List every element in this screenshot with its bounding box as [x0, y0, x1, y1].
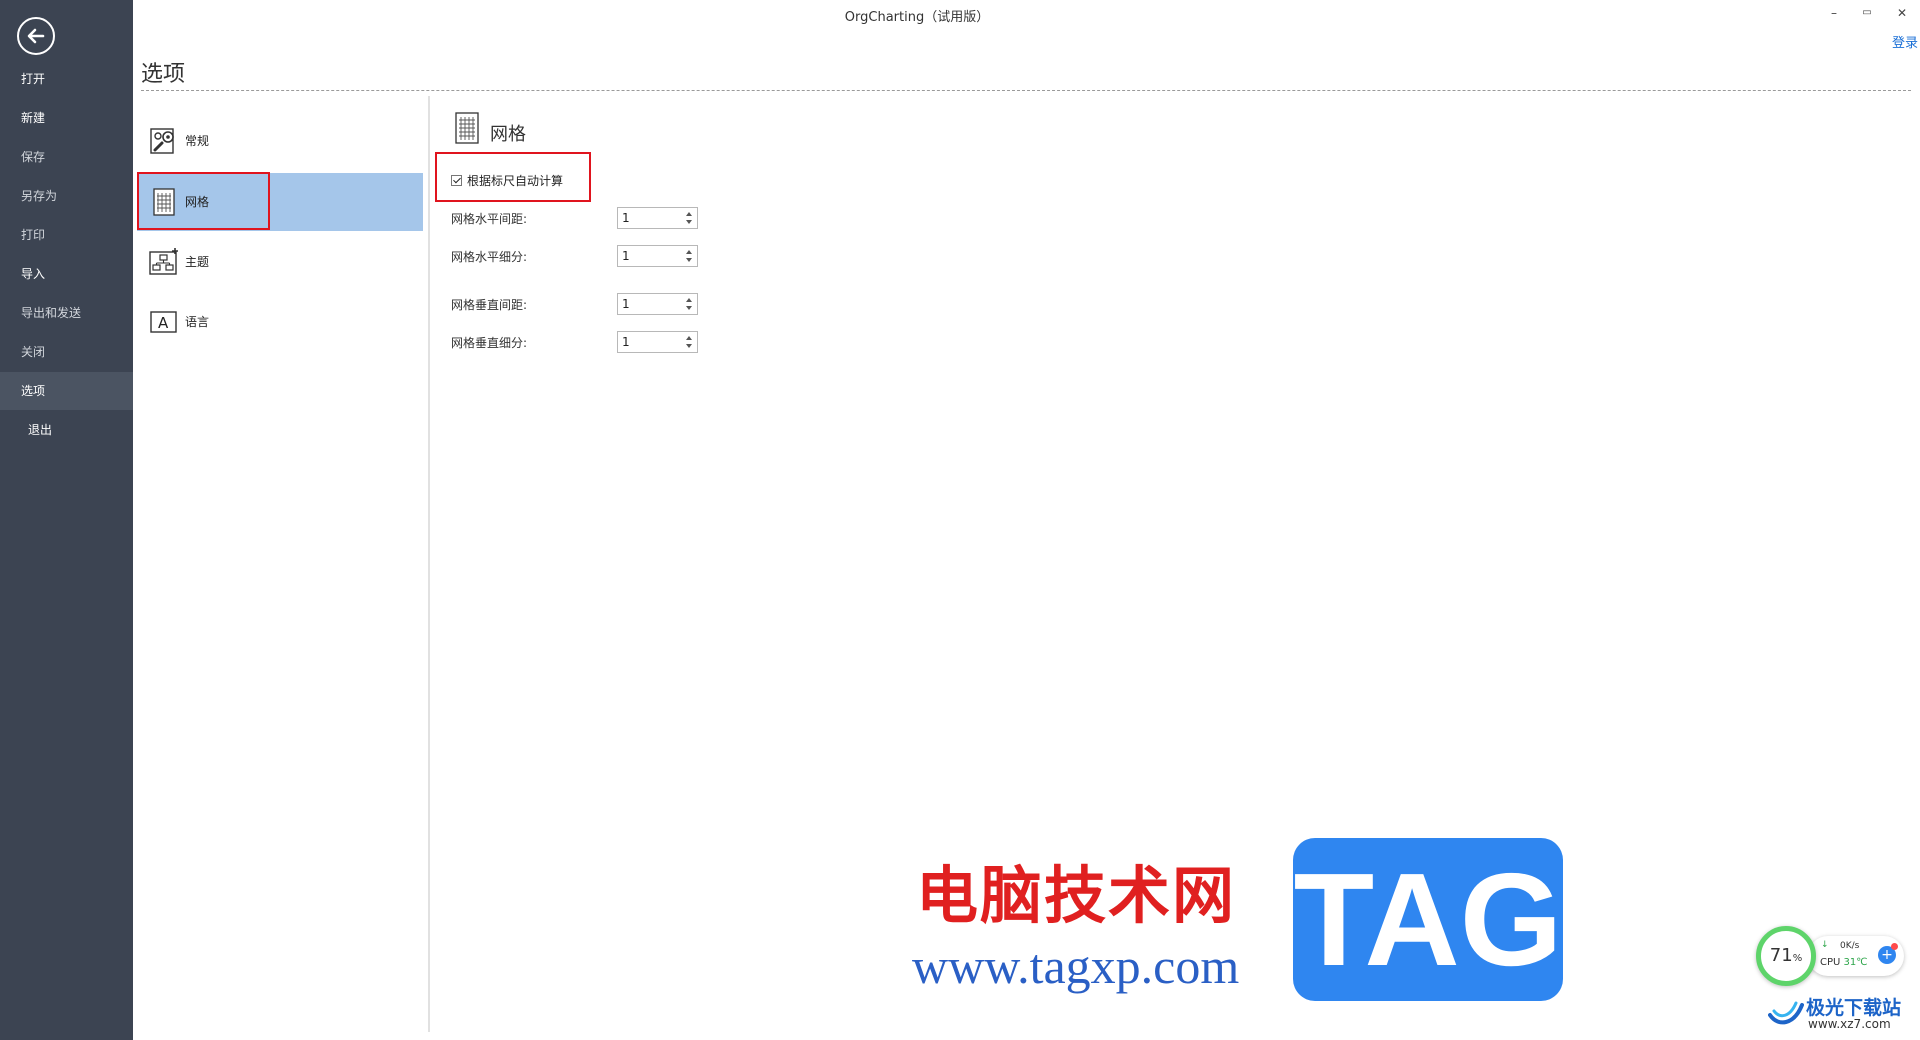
- watermark-site-name: 电脑技术网: [916, 859, 1237, 932]
- cpu-temp-value: 31℃: [1843, 957, 1868, 968]
- checkbox-checked-icon[interactable]: [451, 174, 462, 186]
- sidebar-item-exit[interactable]: 退出: [0, 411, 133, 449]
- grid-icon: [153, 188, 175, 216]
- cpu-info-pill: ↓ 0K/s CPU 31℃ +: [1808, 936, 1904, 976]
- close-icon[interactable]: ✕: [1890, 3, 1914, 23]
- cpu-percent-unit: %: [1792, 953, 1803, 964]
- category-label: 常规: [185, 134, 210, 148]
- category-label: 主题: [185, 255, 210, 269]
- v-spacing-stepper[interactable]: [617, 293, 698, 315]
- panel-heading: 网格: [490, 124, 526, 145]
- auto-calc-label: 根据标尺自动计算: [467, 173, 564, 188]
- cpu-monitor-widget[interactable]: ↓ 0K/s CPU 31℃ + 71%: [1752, 922, 1912, 994]
- h-subdivision-stepper[interactable]: [617, 245, 698, 267]
- spin-down-icon[interactable]: [686, 306, 692, 310]
- h-subdivision-input[interactable]: [622, 248, 680, 264]
- sidebar-item-options[interactable]: 选项: [0, 372, 133, 410]
- h-spacing-input[interactable]: [622, 210, 680, 226]
- category-general[interactable]: 常规: [137, 112, 423, 170]
- swoosh-logo-icon: [1768, 1001, 1804, 1025]
- sidebar-item-print[interactable]: 打印: [0, 216, 133, 254]
- title-bar: OrgCharting（试用版） – ▭ ✕ 登录: [133, 0, 1920, 51]
- back-arrow-icon[interactable]: [17, 17, 55, 55]
- v-subdivision-label: 网格垂直细分:: [451, 336, 528, 350]
- page-title: 选项: [141, 62, 186, 87]
- panel-divider: [428, 96, 430, 1032]
- language-icon: A: [150, 311, 177, 333]
- spin-up-icon[interactable]: [686, 250, 692, 254]
- restore-icon[interactable]: ▭: [1855, 3, 1879, 23]
- v-spacing-label: 网格垂直间距:: [451, 298, 528, 312]
- category-grid[interactable]: 网格: [137, 173, 423, 231]
- sidebar-item-export-send[interactable]: 导出和发送: [0, 294, 133, 332]
- net-speed: 0K/s: [1840, 941, 1860, 951]
- category-language[interactable]: A 语言: [137, 293, 423, 351]
- spin-up-icon[interactable]: [686, 298, 692, 302]
- watermark-tag-logo: TAG: [1293, 838, 1563, 1001]
- category-label: 网格: [185, 195, 210, 209]
- h-spacing-stepper[interactable]: [617, 207, 698, 229]
- sidebar-item-new[interactable]: 新建: [0, 99, 133, 137]
- cpu-usage-ring: 71%: [1756, 926, 1816, 986]
- h-spacing-label: 网格水平间距:: [451, 212, 528, 226]
- v-subdivision-input[interactable]: [622, 334, 680, 350]
- minimize-icon[interactable]: –: [1822, 3, 1846, 23]
- category-label: 语言: [185, 315, 210, 329]
- window-title: OrgCharting（试用版）: [844, 10, 990, 25]
- spin-down-icon[interactable]: [686, 220, 692, 224]
- backstage-sidebar: 打开 新建 保存 另存为 打印 导入 导出和发送 关闭 选项 退出: [0, 0, 133, 1040]
- watermark-url: www.tagxp.com: [912, 938, 1240, 994]
- download-arrow-icon: ↓: [1821, 940, 1829, 950]
- h-subdivision-label: 网格水平细分:: [451, 250, 528, 264]
- sidebar-item-open[interactable]: 打开: [0, 60, 133, 98]
- sidebar-item-close[interactable]: 关闭: [0, 333, 133, 371]
- sidebar-item-import[interactable]: 导入: [0, 255, 133, 293]
- cpu-temp: CPU 31℃: [1820, 957, 1868, 968]
- xz-watermark-logo: 极光下载站 www.xz7.com: [1768, 993, 1918, 1033]
- title-divider: [141, 90, 1911, 91]
- cpu-percent-value: 71: [1769, 945, 1793, 966]
- xz-site-name: 极光下载站: [1806, 997, 1902, 1019]
- svg-text:A: A: [158, 314, 169, 332]
- sidebar-item-save-as[interactable]: 另存为: [0, 177, 133, 215]
- notification-dot-icon: [1891, 943, 1898, 950]
- grid-icon: [455, 112, 479, 144]
- v-subdivision-stepper[interactable]: [617, 331, 698, 353]
- xz-site-url: www.xz7.com: [1808, 1017, 1891, 1031]
- category-theme[interactable]: 主题: [137, 233, 423, 291]
- settings-wrench-icon: [150, 128, 174, 154]
- sidebar-item-save[interactable]: 保存: [0, 138, 133, 176]
- spin-down-icon[interactable]: [686, 258, 692, 262]
- v-spacing-input[interactable]: [622, 296, 680, 312]
- auto-calc-checkbox[interactable]: 根据标尺自动计算: [451, 171, 563, 189]
- theme-orgchart-icon: [149, 248, 178, 275]
- spin-up-icon[interactable]: [686, 336, 692, 340]
- cpu-label: CPU: [1820, 957, 1841, 968]
- spin-up-icon[interactable]: [686, 212, 692, 216]
- spin-down-icon[interactable]: [686, 344, 692, 348]
- login-link[interactable]: 登录: [1892, 32, 1918, 51]
- cpu-percent: 71%: [1761, 945, 1811, 966]
